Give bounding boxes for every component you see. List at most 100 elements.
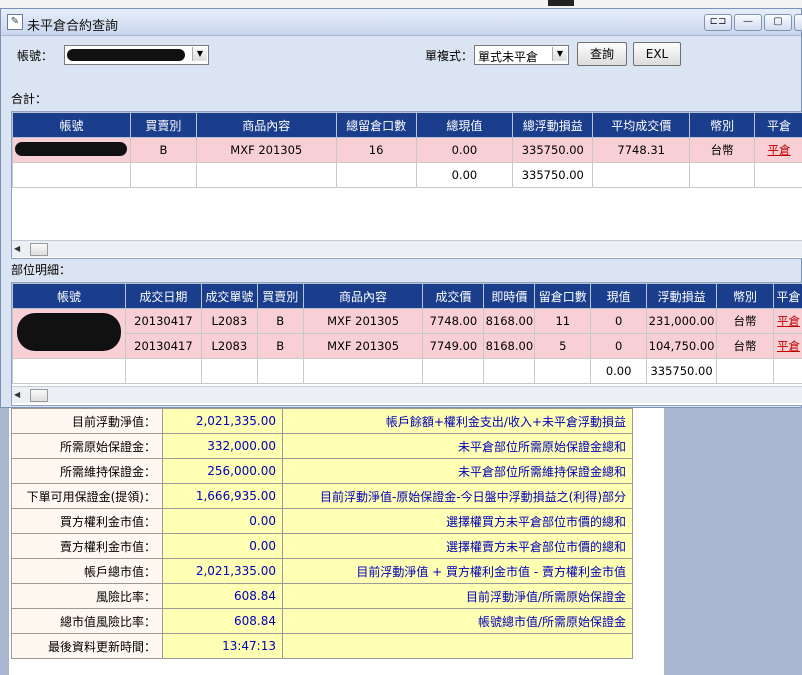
excel-export-button[interactable]: EXL [633, 42, 681, 66]
col-header[interactable]: 幣別 [716, 283, 774, 309]
scroll-left-icon[interactable]: ◀ [14, 244, 20, 253]
col-header[interactable]: 成交日期 [124, 283, 202, 309]
summary-value: 332,000.00 [162, 433, 283, 459]
col-header[interactable]: 買賣別 [256, 283, 304, 309]
col-header[interactable]: 現值 [590, 283, 648, 309]
summary-description: 未平倉部位所需原始保證金總和 [282, 433, 633, 459]
qty-cell: 11 [534, 308, 592, 334]
table-row[interactable]: 0.00 335750.00 [12, 162, 802, 188]
close-position-link[interactable]: 平倉 [754, 137, 802, 163]
summary-row: 帳戶總市值： 2,021,335.00 目前浮動淨值 + 買方權利金市值 - 賣方權… [11, 558, 633, 584]
qty-cell [534, 358, 592, 384]
horizontal-scrollbar[interactable]: ◀ [12, 240, 802, 257]
totals-section-label: 合計： [11, 92, 48, 106]
summary-label: 帳戶總市值： [11, 558, 163, 584]
value-cell: 0 [590, 333, 648, 359]
currency-cell: 台幣 [716, 308, 774, 334]
close-position-cell [754, 162, 802, 188]
chevron-down-icon[interactable]: ▼ [192, 47, 207, 61]
col-header[interactable]: 平倉 [772, 283, 802, 309]
col-header[interactable]: 即時價 [483, 283, 536, 309]
restore-layout-button[interactable]: ⊏⊐ [704, 14, 732, 31]
value-cell: 0.00 [415, 162, 514, 188]
product-cell [302, 358, 424, 384]
avg-price-cell: 7748.31 [592, 137, 691, 163]
col-header[interactable]: 帳號 [12, 112, 131, 138]
close-position-cell [772, 358, 802, 384]
col-header[interactable]: 浮動損益 [646, 283, 718, 309]
title-bar[interactable]: ✎ 未平倉合約查詢 ⊏⊐ — ▢ ✕ [1, 9, 802, 36]
col-header[interactable]: 留倉口數 [534, 283, 592, 309]
summary-row: 買方權利金市值： 0.00 選擇權買方未平倉部位市價的總和 [11, 508, 633, 534]
col-header[interactable]: 買賣別 [129, 112, 197, 138]
close-position-link[interactable]: 平倉 [772, 308, 802, 334]
avg-price-cell [592, 162, 691, 188]
summary-row: 風險比率： 608.84 目前浮動淨值/所需原始保證金 [11, 583, 633, 609]
summary-value: 13:47:13 [162, 633, 283, 659]
col-header[interactable]: 平倉 [754, 112, 802, 138]
order-cell [200, 358, 258, 384]
value-cell: 0.00 [590, 358, 648, 384]
col-header[interactable]: 平均成交價 [592, 112, 691, 138]
qty-cell: 5 [534, 333, 592, 359]
account-select[interactable]: ▼ [64, 45, 209, 65]
last-price-cell: 8168.00 [483, 308, 536, 334]
app-icon: ✎ [7, 14, 23, 30]
redacted-account [67, 49, 185, 61]
summary-value: 256,000.00 [162, 458, 283, 484]
scroll-left-icon[interactable]: ◀ [14, 390, 20, 399]
maximize-button[interactable]: ▢ [764, 14, 792, 31]
date-cell: 20130417 [124, 308, 202, 334]
window-title: 未平倉合約查詢 [27, 19, 119, 34]
col-header[interactable]: 商品內容 [195, 112, 337, 138]
mode-select-value: 單式未平倉 [478, 50, 539, 64]
details-table: 帳號 成交日期 成交單號 買賣別 商品內容 成交價 即時價 留倉口數 現值 浮動… [12, 283, 802, 384]
summary-description: 目前浮動淨值/所需原始保證金 [282, 583, 633, 609]
price-cell [422, 358, 485, 384]
col-header[interactable]: 成交單號 [200, 283, 258, 309]
chevron-down-icon[interactable]: ▼ [552, 47, 567, 61]
summary-value: 1,666,935.00 [162, 483, 283, 509]
col-header[interactable]: 成交價 [422, 283, 485, 309]
table-row[interactable]: 20130417 L2083 B MXF 201305 7749.00 8168… [13, 333, 802, 359]
summary-label: 賣方權利金市值： [11, 533, 163, 559]
summary-label: 風險比率： [11, 583, 163, 609]
col-header[interactable]: 帳號 [12, 283, 126, 309]
query-button[interactable]: 查詢 [577, 42, 627, 66]
product-cell: MXF 201305 [195, 137, 337, 163]
order-cell: L2083 [200, 308, 258, 334]
qty-cell [335, 162, 417, 188]
scroll-thumb[interactable] [30, 389, 48, 402]
scroll-thumb[interactable] [30, 243, 48, 256]
close-position-link[interactable]: 平倉 [772, 333, 802, 359]
table-row[interactable]: B MXF 201305 16 0.00 335750.00 7748.31 台… [12, 137, 802, 163]
mode-select[interactable]: 單式未平倉 ▼ [474, 45, 569, 65]
pnl-cell: 335750.00 [512, 162, 594, 188]
summary-description: 選擇權賣方未平倉部位市價的總和 [282, 533, 633, 559]
details-grid: 帳號 成交日期 成交單號 買賣別 商品內容 成交價 即時價 留倉口數 現值 浮動… [11, 282, 802, 406]
col-header[interactable]: 商品內容 [302, 283, 424, 309]
col-header[interactable]: 總現值 [415, 112, 514, 138]
totals-header-row: 帳號 買賣別 商品內容 總留倉口數 總現值 總浮動損益 平均成交價 幣別 平倉 [12, 112, 802, 138]
summary-row: 目前浮動淨值： 2,021,335.00 帳戶餘額+權利金支出/收入+未平倉浮動損益 [11, 408, 633, 434]
pnl-cell: 104,750.00 [646, 333, 718, 359]
buysell-cell: B [256, 333, 304, 359]
col-header[interactable]: 總浮動損益 [512, 112, 594, 138]
details-header-row: 帳號 成交日期 成交單號 買賣別 商品內容 成交價 即時價 留倉口數 現值 浮動… [12, 283, 802, 309]
horizontal-scrollbar[interactable]: ◀ [12, 386, 802, 403]
col-header[interactable]: 總留倉口數 [335, 112, 417, 138]
minimize-button[interactable]: — [734, 14, 762, 31]
summary-label: 下單可用保證金(提領)： [11, 483, 163, 509]
summary-description: 選擇權買方未平倉部位市價的總和 [282, 508, 633, 534]
account-cell [12, 308, 126, 359]
table-row[interactable]: 0.00 335750.00 [12, 358, 802, 384]
account-cell [12, 137, 131, 163]
date-cell: 20130417 [124, 333, 202, 359]
redacted-account [15, 141, 128, 156]
table-row[interactable]: 20130417 L2083 B MXF 201305 7748.00 8168… [12, 308, 802, 359]
close-button[interactable]: ✕ [794, 14, 802, 31]
summary-value: 608.84 [162, 608, 283, 634]
col-header[interactable]: 幣別 [689, 112, 756, 138]
summary-row: 最後資料更新時間： 13:47:13 [11, 633, 633, 659]
toolbar: 帳號： ▼ 單複式： 單式未平倉 ▼ 查詢 EXL [1, 36, 801, 72]
